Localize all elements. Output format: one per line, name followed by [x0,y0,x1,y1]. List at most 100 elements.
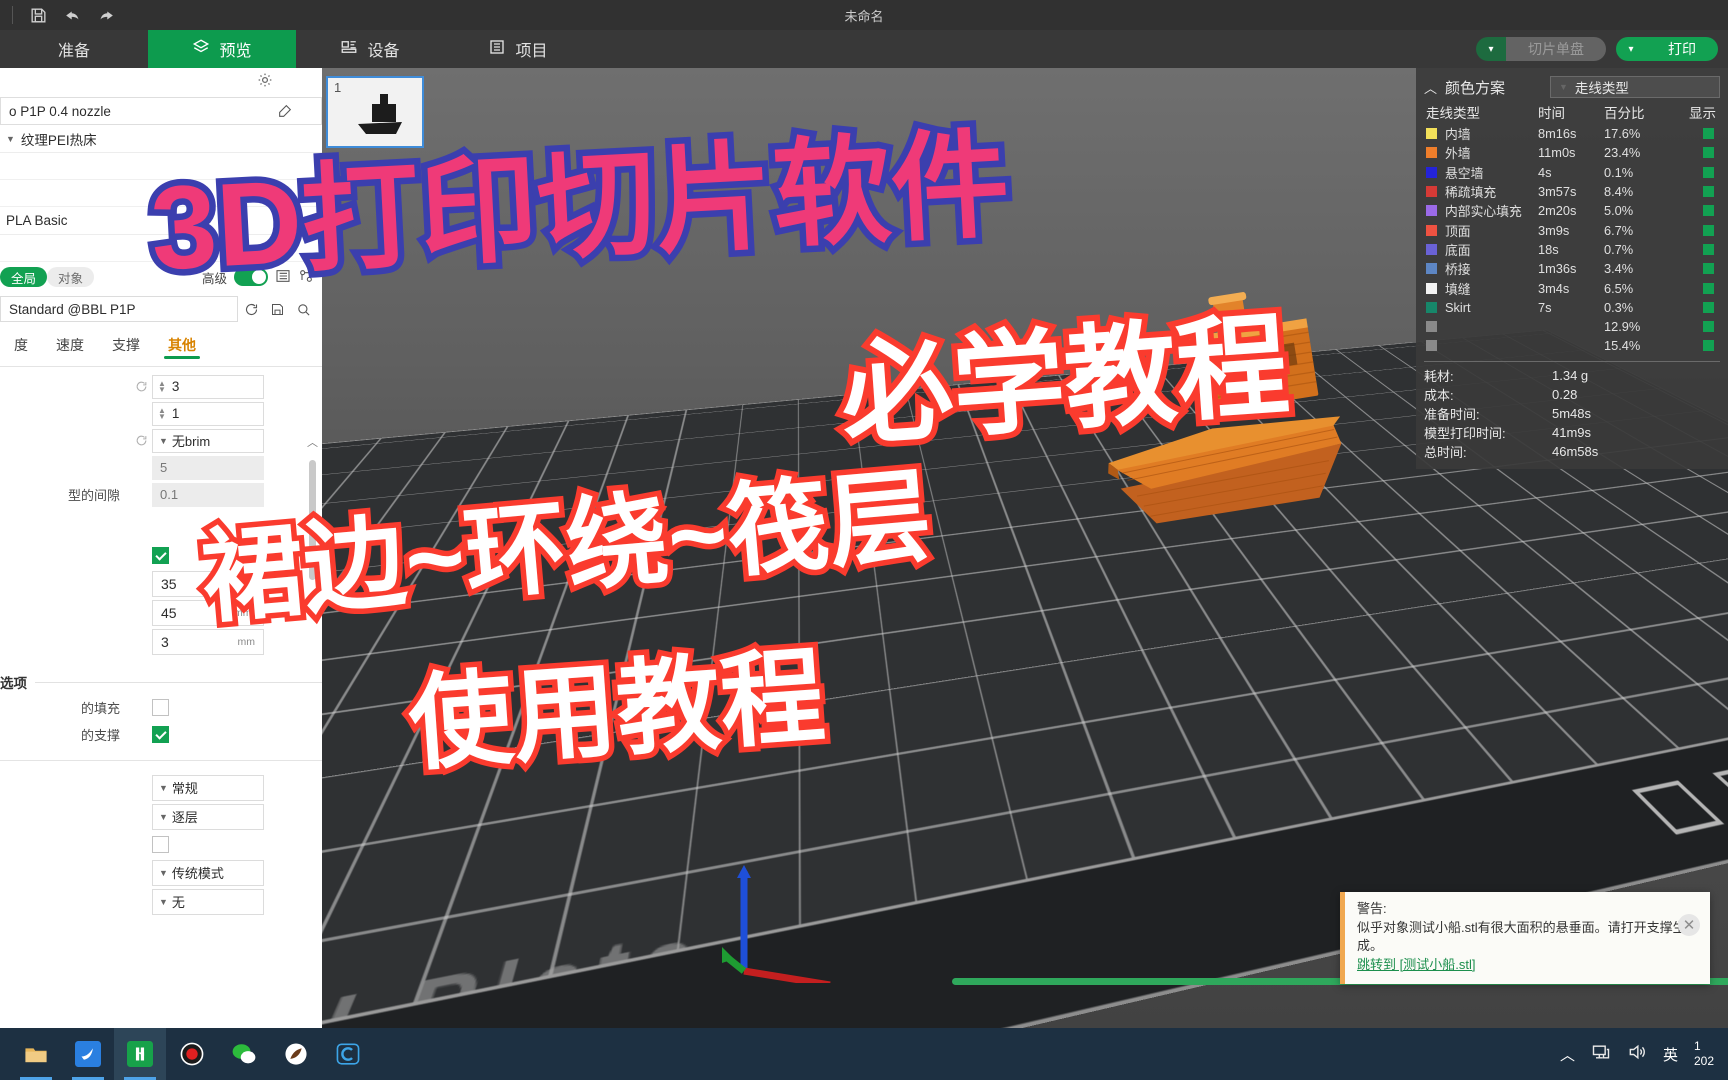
chevron-down-icon[interactable]: ▾ [1616,37,1646,61]
setting-readonly-field[interactable]: 0.1 [152,483,264,507]
clock[interactable]: 1 202 [1694,1039,1714,1069]
color-scheme-panel[interactable]: ︿ 颜色方案 ▼ 走线类型 走线类型 时间 百分比 显示 内墙 8m16s 17.6… [1416,68,1728,469]
network-icon[interactable] [1591,1042,1611,1066]
legend-row-visibility-checkbox[interactable] [1703,205,1714,216]
tab-device[interactable]: 设备 [296,30,444,68]
legend-row-visibility-checkbox[interactable] [1703,225,1714,236]
editor-app-icon[interactable] [322,1028,374,1080]
browser-app-icon[interactable] [270,1028,322,1080]
legend-row[interactable]: 内墙 8m16s 17.6% [1424,124,1720,143]
windows-taskbar[interactable]: ︿ 英 1 202 [0,1028,1728,1080]
brim-loops-spinner[interactable]: ▲ ▼ 3 [152,375,264,399]
legend-row-visibility-checkbox[interactable] [1703,263,1714,274]
legend-row-visibility-checkbox[interactable] [1703,147,1714,158]
chevron-down-icon[interactable]: ▼ [1559,82,1568,92]
setting-spinner[interactable]: ▲ ▼ 1 [152,402,264,426]
tab-prepare[interactable]: 准备 [0,30,148,68]
legend-row[interactable]: 12.9% [1424,317,1720,336]
sidebar-scrollbar-thumb[interactable] [309,460,316,580]
brim-type-combo[interactable]: ▼ 无brim [152,429,264,453]
legend-row[interactable]: 外墙 11m0s 23.4% [1424,143,1720,162]
chevron-up-icon[interactable]: ︿ [1560,1044,1575,1065]
legend-row-visibility-checkbox[interactable] [1703,167,1714,178]
skirt-distance-input[interactable]: 3 mm [152,629,264,655]
legend-row[interactable]: 填缝 3m4s 6.5% [1424,278,1720,297]
sliced-model-benchy[interactable] [1082,273,1412,573]
redo-icon[interactable] [89,0,123,30]
reset-icon[interactable] [238,296,264,322]
search-icon[interactable] [290,296,316,322]
legend-row-visibility-checkbox[interactable] [1703,186,1714,197]
chevron-down-icon[interactable]: ▼ [159,897,168,907]
printer-field[interactable]: o P1P 0.4 nozzle [0,97,322,125]
scope-global-chip[interactable]: 全局 [0,267,47,287]
list-view-icon[interactable] [275,268,291,287]
bambu-studio-icon[interactable] [114,1028,166,1080]
warning-toast-link[interactable]: 跳转到 [测试小船.stl] [1357,957,1475,972]
chevron-down-icon[interactable]: ▾ [1476,37,1506,61]
mode-combo[interactable]: ▼ 逐层 [152,804,264,830]
view-mode-select[interactable]: ▼ 走线类型 [1550,76,1720,98]
undo-icon[interactable] [55,0,89,30]
sidebar-scrollbar[interactable] [309,440,316,1000]
save-icon[interactable] [21,0,55,30]
skirt-height-input[interactable]: 35 mm [152,571,264,597]
subtab-support[interactable]: 支撑 [98,328,154,362]
tab-preview[interactable]: 预览 [148,30,296,68]
legend-row-visibility-checkbox[interactable] [1703,340,1714,351]
option-checkbox-support[interactable] [152,726,169,743]
chevron-down-icon[interactable]: ▼ [159,868,168,878]
plate-type-field[interactable]: ▼ 纹理PEI热床 [0,125,322,153]
settings-sidebar[interactable]: o P1P 0.4 nozzle ▼ 纹理PEI热床 PLA Basic 全局 … [0,68,322,1030]
subtab-quality[interactable]: 度 [0,328,42,362]
legend-row[interactable]: 悬空墙 4s 0.1% [1424,163,1720,182]
legend-row-visibility-checkbox[interactable] [1703,321,1714,332]
legend-row[interactable]: 内部实心填充 2m20s 5.0% [1424,201,1720,220]
legend-row-visibility-checkbox[interactable] [1703,283,1714,294]
wechat-icon[interactable] [218,1028,270,1080]
ime-indicator[interactable]: 英 [1663,1044,1678,1065]
print-button[interactable]: ▾ 打印 [1616,37,1718,61]
stepper-arrows-icon[interactable]: ▲ ▼ [158,408,166,420]
chevron-up-icon[interactable]: ︿ [1424,78,1437,97]
setting-readonly-field[interactable]: 5 [152,456,264,480]
legend-row[interactable]: 顶面 3m9s 6.7% [1424,220,1720,239]
subtab-others[interactable]: 其他 [154,328,210,362]
subtab-speed[interactable]: 速度 [42,328,98,362]
tab-project[interactable]: 项目 [444,30,592,68]
record-icon[interactable] [166,1028,218,1080]
skirt-flow-input[interactable]: 45 mm³ [152,600,264,626]
file-explorer-icon[interactable] [10,1028,62,1080]
plate-thumbnail[interactable]: 1 [326,76,424,148]
legend-row[interactable]: 底面 18s 0.7% [1424,240,1720,259]
filament-field[interactable]: PLA Basic [0,207,322,235]
skirt-enable-checkbox[interactable] [152,547,169,564]
legend-row[interactable]: 桥接 1m36s 3.4% [1424,259,1720,278]
slice-plate-button[interactable]: ▾ 切片单盘 [1476,37,1606,61]
legend-row[interactable]: Skirt 7s 0.3% [1424,298,1720,317]
advanced-toggle[interactable] [234,268,268,286]
legend-row-visibility-checkbox[interactable] [1703,302,1714,313]
bottom-checkbox[interactable] [152,836,169,853]
save-preset-icon[interactable] [264,296,290,322]
warning-toast[interactable]: 警告: 似乎对象测试小船.stl有很大面积的悬垂面。请打开支撑生成。 跳转到 [… [1340,892,1710,984]
volume-icon[interactable] [1627,1042,1647,1066]
chevron-down-icon[interactable]: ▼ [159,812,168,822]
preset-field[interactable]: Standard @BBL P1P [0,296,238,322]
stepper-arrows-icon[interactable]: ▲ ▼ [158,381,166,393]
chevron-down-icon[interactable]: ▼ [6,134,15,144]
legend-row[interactable]: 15.4% [1424,336,1720,355]
order-combo[interactable]: ▼ 常规 [152,775,264,801]
legend-row-visibility-checkbox[interactable] [1703,244,1714,255]
gear-icon[interactable] [256,71,274,92]
last-combo[interactable]: ▼ 无 [152,889,264,915]
legend-row[interactable]: 稀疏填充 3m57s 8.4% [1424,182,1720,201]
option-checkbox-infill[interactable] [152,699,169,716]
compare-icon[interactable] [298,268,314,287]
legacy-mode-combo[interactable]: ▼ 传统模式 [152,860,264,886]
dove-app-icon[interactable] [62,1028,114,1080]
edit-icon[interactable] [277,103,293,119]
chevron-down-icon[interactable]: ▼ [159,783,168,793]
chevron-down-icon[interactable]: ▼ [159,436,168,446]
reset-icon[interactable] [130,380,152,393]
